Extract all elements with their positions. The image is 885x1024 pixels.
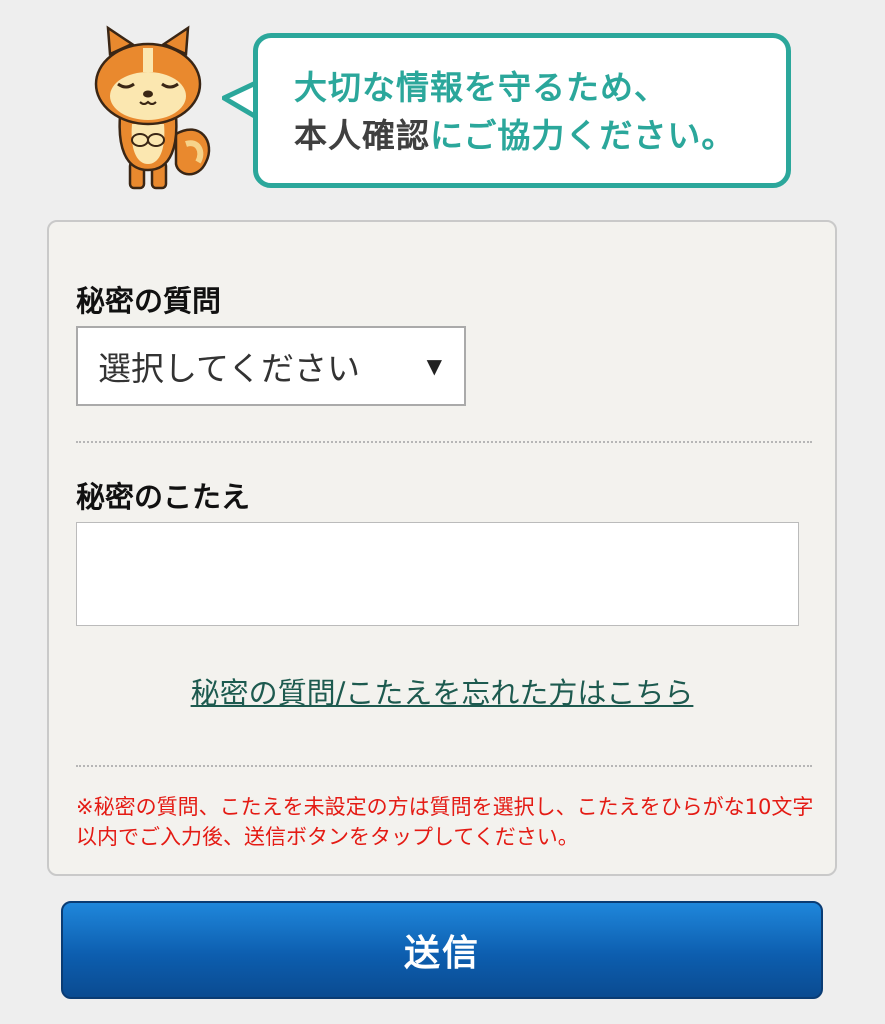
page: 大切な情報を守るため、 本人確認にご協力ください。 秘密の質問 選択してください…	[0, 0, 885, 1024]
speech-bubble: 大切な情報を守るため、 本人確認にご協力ください。	[253, 33, 791, 188]
divider	[76, 441, 812, 443]
divider	[76, 765, 812, 767]
bubble-emphasis-text: 本人確認	[294, 116, 430, 155]
answer-input[interactable]	[76, 522, 799, 626]
submit-button[interactable]: 送信	[61, 901, 823, 999]
question-select-value: 選択してください	[98, 349, 361, 388]
bubble-rest-text: にご協力ください。	[430, 116, 736, 155]
bubble-line-1: 大切な情報を守るため、	[294, 68, 668, 107]
question-select[interactable]: 選択してください ▼	[76, 326, 466, 406]
squirrel-mascot-icon	[94, 25, 211, 190]
dropdown-arrow-icon: ▼	[426, 354, 442, 378]
question-label: 秘密の質問	[76, 284, 222, 318]
bubble-line-2: 本人確認にご協力ください。	[294, 112, 786, 160]
forgot-question-link[interactable]: 秘密の質問/こたえを忘れた方はこちら	[49, 670, 835, 712]
security-question-form: 秘密の質問 選択してください ▼ 秘密のこたえ 秘密の質問/こたえを忘れた方はこ…	[47, 220, 837, 876]
instruction-note: ※秘密の質問、こたえを未設定の方は質問を選択し、こたえをひらがな10文字以内でご…	[76, 795, 814, 849]
answer-label: 秘密のこたえ	[76, 480, 251, 514]
